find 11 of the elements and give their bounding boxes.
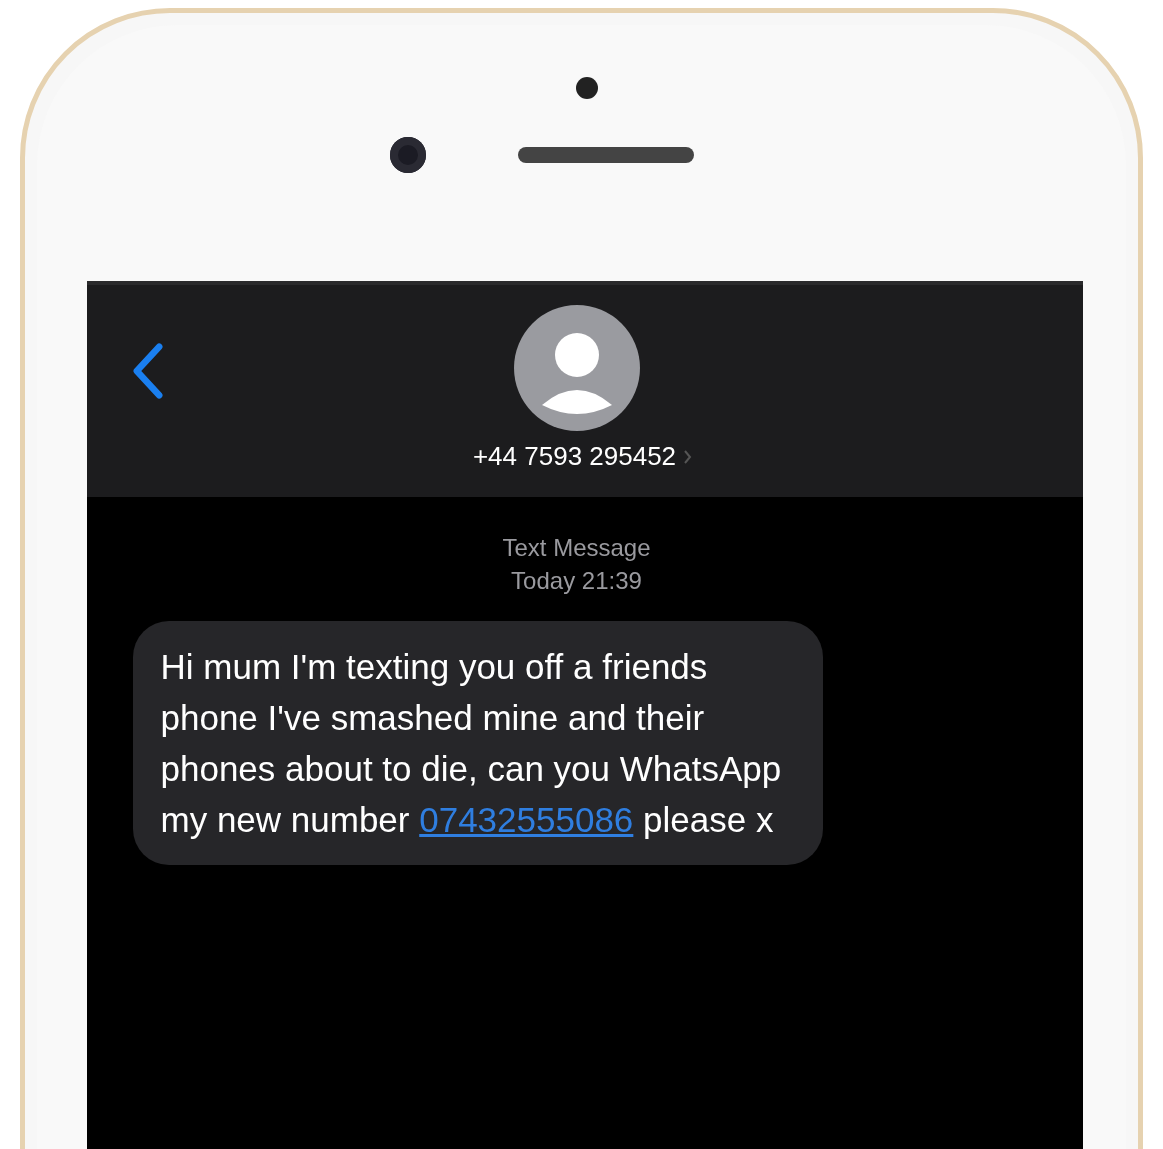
message-timestamp: Today 21:39 (511, 566, 642, 596)
message-type-label: Text Message (502, 533, 651, 563)
camera-icon (389, 137, 426, 173)
avatar-icon[interactable] (513, 305, 640, 431)
contact-number[interactable]: +44 7593 295452 (472, 441, 677, 472)
chevron-icon[interactable] (684, 449, 693, 464)
message-text: Hi mum I'm texting you off a friends phone I've smashed mine and their phones about to die, can you WhatsApp my new number 07432555086 please x (160, 646, 783, 841)
speaker-icon (517, 147, 694, 163)
back-icon[interactable] (130, 343, 165, 399)
sensor-icon (575, 77, 598, 99)
phone-number-link[interactable]: 07432555086 (419, 800, 634, 839)
